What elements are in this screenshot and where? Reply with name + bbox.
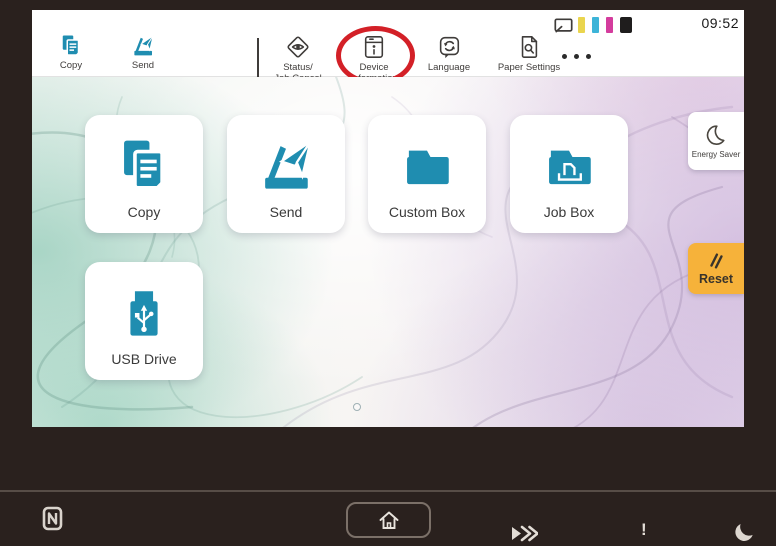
- nfc-icon: [42, 506, 63, 531]
- header-divider: [257, 38, 259, 80]
- toner-level-cyan: [592, 17, 599, 33]
- device-front-panel: 09:52 Copy: [0, 0, 776, 546]
- language-button[interactable]: Language: [413, 34, 485, 73]
- send-icon: [257, 137, 315, 195]
- energy-saver-button[interactable]: Energy Saver: [688, 112, 744, 170]
- header-copy-button[interactable]: Copy: [40, 34, 102, 71]
- paper-settings-icon: [517, 34, 541, 60]
- tile-send[interactable]: Send: [227, 115, 345, 233]
- sleep-moon-icon[interactable]: [731, 522, 755, 544]
- send-icon: [131, 34, 155, 58]
- more-menu-icon[interactable]: [562, 54, 591, 59]
- header-send-label: Send: [132, 60, 154, 71]
- copy-icon: [59, 34, 83, 58]
- header-bar: 09:52 Copy: [32, 10, 744, 77]
- tile-job-box[interactable]: Job Box: [510, 115, 628, 233]
- language-icon: [436, 34, 462, 60]
- reset-slashes-icon: [705, 251, 727, 271]
- tile-job-box-label: Job Box: [544, 204, 595, 220]
- toner-level-magenta: [606, 17, 613, 33]
- tile-custom-box[interactable]: Custom Box: [368, 115, 486, 233]
- home-screen: Copy Send: [32, 77, 744, 427]
- device-information-icon: [362, 34, 386, 60]
- screen-share-icon: [554, 18, 573, 33]
- paper-settings-label: Paper Settings: [498, 62, 560, 73]
- home-button[interactable]: [346, 502, 431, 538]
- tile-send-label: Send: [270, 204, 303, 220]
- usb-drive-icon: [115, 284, 173, 342]
- copy-icon: [115, 137, 173, 195]
- touchscreen: 09:52 Copy: [32, 10, 744, 427]
- reset-button[interactable]: Reset: [688, 243, 744, 294]
- tile-usb-drive[interactable]: USB Drive: [85, 262, 203, 380]
- attention-indicator: !: [641, 520, 647, 540]
- reset-label: Reset: [699, 272, 733, 286]
- tile-copy[interactable]: Copy: [85, 115, 203, 233]
- header-copy-label: Copy: [60, 60, 82, 71]
- job-box-icon: [540, 137, 598, 195]
- header-send-button[interactable]: Send: [112, 34, 174, 71]
- moon-icon: [703, 123, 729, 149]
- toner-level-black: [620, 17, 632, 33]
- fast-forward-icon[interactable]: [510, 525, 538, 542]
- page-indicator-dot: [353, 403, 361, 411]
- toner-level-yellow: [578, 17, 585, 33]
- tile-custom-box-label: Custom Box: [389, 204, 465, 220]
- bezel-separator: [0, 490, 776, 492]
- tile-usb-drive-label: USB Drive: [111, 351, 176, 367]
- home-icon: [377, 509, 401, 531]
- tile-copy-label: Copy: [128, 204, 161, 220]
- paper-settings-button[interactable]: Paper Settings: [485, 34, 573, 73]
- language-label: Language: [428, 62, 470, 73]
- status-job-cancel-icon: [285, 34, 311, 60]
- clock: 09:52: [701, 15, 739, 31]
- energy-saver-label: Energy Saver: [692, 150, 740, 159]
- custom-box-icon: [398, 137, 456, 195]
